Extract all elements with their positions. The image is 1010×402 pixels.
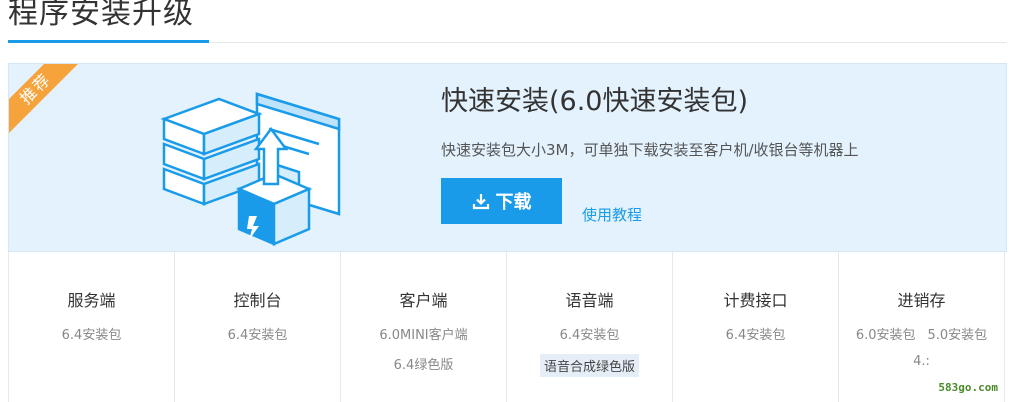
download-label: 下载 (495, 192, 532, 213)
hero-description: 快速安装包大小3M，可单独下载安装至客户机/收银台等机器上 (441, 141, 859, 159)
package-link[interactable]: 6.4绿色版 (394, 358, 454, 373)
category-title: 计费接口 (723, 291, 788, 310)
tutorial-link[interactable]: 使用教程 (582, 204, 642, 225)
category-voice: 语音端 6.4安装包 语音合成绿色版 (507, 252, 673, 402)
package-link[interactable]: 6.4安装包 (62, 328, 122, 343)
category-inventory: 进销存 6.0安装包 5.0安装包 4.: 583go.com (839, 252, 1005, 402)
package-link[interactable]: 4.: (913, 354, 930, 369)
package-link[interactable]: 6.4安装包 (228, 328, 288, 343)
package-link-highlighted[interactable]: 语音合成绿色版 (539, 354, 639, 377)
category-title: 控制台 (233, 291, 282, 310)
package-categories: 服务端 6.4安装包 控制台 6.4安装包 客户端 6.0MINI客户端 6.4… (8, 252, 1008, 402)
quick-install-banner: 推荐 快速安装(6.0快速安装包) 快速安装包大小3M，可单独下载安装至客户机/… (8, 63, 1007, 252)
package-link[interactable]: 6.4安装包 (726, 328, 786, 343)
category-client: 客户端 6.0MINI客户端 6.4绿色版 (341, 252, 507, 402)
download-icon (472, 194, 489, 210)
category-title: 服务端 (67, 291, 116, 310)
download-button[interactable]: 下载 (441, 178, 562, 224)
server-package-illustration (160, 92, 341, 246)
category-title: 进销存 (897, 291, 946, 310)
package-link[interactable]: 6.4安装包 (560, 328, 620, 343)
hero-title: 快速安装(6.0快速安装包) (441, 86, 749, 117)
package-link[interactable]: 6.0安装包 (856, 328, 916, 343)
package-link[interactable]: 5.0安装包 (928, 328, 988, 343)
title-underline (8, 40, 209, 43)
package-link[interactable]: 6.0MINI客户端 (379, 328, 467, 343)
recommend-badge: 推荐 (9, 64, 91, 144)
category-billing: 计费接口 6.4安装包 (673, 252, 839, 402)
category-title: 客户端 (399, 291, 448, 310)
category-console: 控制台 6.4安装包 (175, 252, 341, 402)
category-title: 语音端 (565, 291, 614, 310)
page-title: 程序安装升级 (8, 0, 194, 31)
watermark: 583go.com (938, 381, 998, 394)
category-server: 服务端 6.4安装包 (9, 252, 175, 402)
